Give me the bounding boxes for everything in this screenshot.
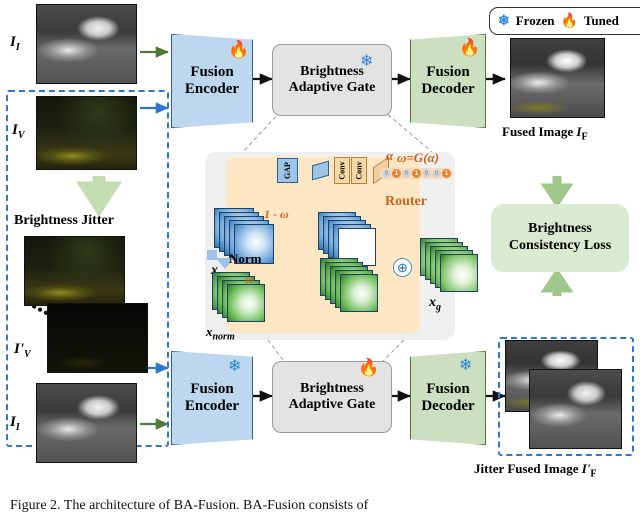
- normalized-feature-stack: [212, 272, 274, 324]
- figure-caption: Figure 2. The architecture of BA-Fusion.…: [10, 498, 369, 513]
- brightness-consistency-loss: Brightness Consistency Loss: [491, 204, 629, 272]
- gate-bottom-line1: Brightness: [300, 380, 364, 396]
- brightness-adaptive-gate-top[interactable]: Brightness Adaptive Gate: [272, 44, 392, 116]
- fusion-decoder-top-line1: Fusion: [426, 64, 470, 81]
- one-minus-omega-label: 1 - ω: [264, 207, 289, 221]
- input-thermal-image-top: [36, 4, 137, 84]
- legend-tuned-label: Tuned: [583, 13, 619, 28]
- gap-block: GAP: [277, 158, 298, 183]
- snowflake-icon: ❄: [360, 53, 374, 70]
- gate-bottom-line2: Adaptive Gate: [288, 397, 376, 412]
- brightness-jitter-label: Brightness Jitter: [14, 213, 114, 228]
- norm-arrow-stem: [207, 250, 217, 260]
- legend-frozen-label: Frozen: [515, 13, 555, 28]
- snowflake-icon: ❄: [459, 357, 473, 374]
- flame-icon: 🔥: [459, 38, 481, 57]
- router-gate-bit: 0: [422, 169, 431, 178]
- fusion-decoder-bottom-line1: Fusion: [426, 381, 470, 398]
- router-gate-bit: 0: [382, 169, 391, 178]
- jittered-visible-image-1: [24, 236, 125, 306]
- alpha-label: α: [386, 148, 394, 163]
- snowflake-icon: ❄: [228, 358, 242, 375]
- fusion-encoder-bottom-line2: Encoder: [184, 398, 240, 414]
- fusion-encoder-top-line2: Encoder: [184, 81, 240, 97]
- conv-block-1: Conv: [334, 157, 350, 184]
- input-thermal-image-bottom: [36, 383, 137, 463]
- jittered-visible-image-2: [47, 303, 148, 373]
- input-visible-label: IV: [12, 122, 25, 141]
- omega-label: ω: [245, 272, 254, 286]
- legend: ❄ Frozen 🔥 Tuned: [489, 7, 640, 35]
- flame-icon: 🔥: [358, 358, 380, 377]
- loss-line1: Brightness: [528, 221, 592, 237]
- router-gate-bit: 1: [412, 169, 421, 178]
- norm-label: Norm: [229, 251, 262, 266]
- router-gate-bit: 1: [392, 169, 401, 178]
- conv-block-2: Conv: [351, 157, 367, 184]
- fusion-decoder-bottom-line2: Decoder: [421, 398, 475, 414]
- summation-icon: ⊕: [393, 258, 412, 277]
- jittered-visible-label: I'V: [14, 341, 31, 360]
- jitter-fused-image-2: [529, 369, 622, 449]
- gated-green-stack: [320, 258, 382, 312]
- router-gate-bit: 1: [442, 169, 451, 178]
- fusion-decoder-top-line2: Decoder: [421, 81, 475, 97]
- fusion-encoder-bottom-line1: Fusion: [190, 381, 234, 398]
- normalized-feature-label: xnorm: [206, 324, 235, 343]
- fused-image-label: Fused Image IF: [502, 124, 588, 143]
- fusion-decoder-bottom[interactable]: Fusion Decoder: [410, 351, 486, 445]
- router-label: Router: [385, 194, 427, 209]
- input-thermal-bottom-label: II: [10, 414, 20, 433]
- output-feature-label: xg: [429, 295, 441, 313]
- omega-formula: ω=G(α): [397, 150, 440, 165]
- gate-top-line2: Adaptive Gate: [288, 80, 376, 95]
- flame-icon: 🔥: [560, 13, 578, 29]
- loss-line2: Consistency Loss: [508, 238, 612, 253]
- jitter-fused-image-label: Jitter Fused Image I'F: [474, 461, 597, 480]
- router-gate-bit: 0: [402, 169, 411, 178]
- router-gate-bits: 0101001: [380, 168, 453, 179]
- input-visible-image: [36, 96, 137, 170]
- input-thermal-top-label: II: [10, 34, 20, 53]
- fusion-encoder-top-line1: Fusion: [190, 64, 234, 81]
- output-feature-stack: [420, 238, 482, 294]
- snowflake-icon: ❄: [498, 13, 510, 29]
- flame-icon: 🔥: [228, 40, 250, 59]
- router-gate-bit: 0: [432, 169, 441, 178]
- fused-image-output: [510, 38, 605, 118]
